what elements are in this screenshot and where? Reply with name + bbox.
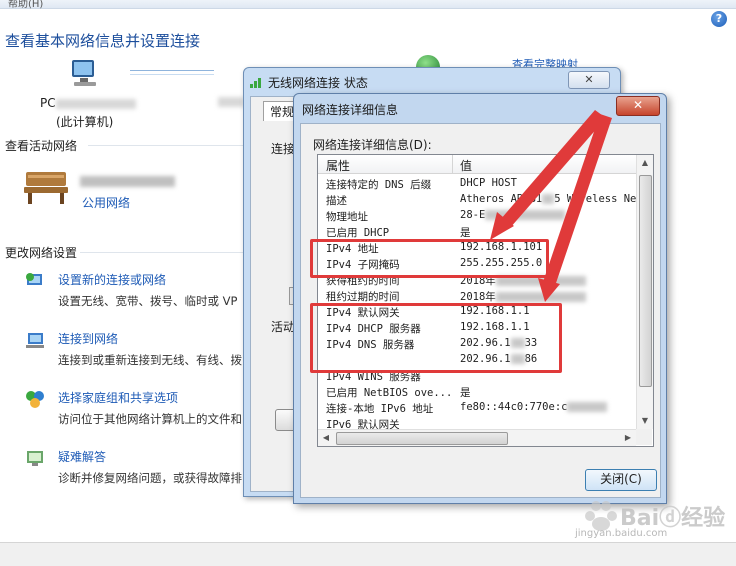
redacted-text [485,210,566,220]
network-connector-line [130,70,214,71]
details-list-label: 网络连接详细信息(D): [313,138,432,152]
close-button[interactable]: 关闭(C) [585,469,657,491]
redacted-text [495,292,586,302]
troubleshoot-icon [27,451,43,466]
annotation-box-gateway-dns [310,303,562,373]
redacted-text [567,402,608,412]
row-property: 已启用 DHCP [326,227,390,239]
section-change-settings: 更改网络设置 [5,246,78,260]
status-dialog-title: 无线网络连接 状态 [268,76,368,90]
redacted-text [542,194,555,204]
task-homegroup-desc: 访问位于其他网络计算机上的文件和 [58,412,242,426]
details-dialog-title: 网络连接详细信息 [302,103,399,117]
horizontal-scrollbar[interactable]: ◀ ▶ [318,429,636,446]
watermark-url: jingyan.baidu.com [575,528,668,539]
task-new-connection-link[interactable]: 设置新的连接或网络 [58,271,166,288]
network-details-dialog: 网络连接详细信息 ✕ 网络连接详细信息(D): 属性 值 连接特定的 DNS 后… [293,93,667,504]
list-item[interactable]: 已启用 DHCP 是 [318,224,636,240]
row-property: 物理地址 [326,211,368,223]
scroll-corner [636,429,652,445]
network-type-link[interactable]: 公用网络 [82,194,130,211]
row-property: 连接-本地 IPv6 地址 [326,403,434,415]
page-title: 查看基本网络信息并设置连接 [5,32,201,50]
task-connect-network-desc: 连接到或重新连接到无线、有线、拨 [58,353,242,367]
task-troubleshoot-desc: 诊断并修复网络问题，或获得故障排 [58,471,242,485]
scroll-left-icon[interactable]: ◀ [318,430,334,446]
row-value: 2018年 [460,289,586,304]
connection-group-label: 连接 [271,142,296,156]
vertical-scroll-thumb[interactable] [639,175,652,387]
baidu-watermark-logo [585,501,617,531]
scroll-right-icon[interactable]: ▶ [620,430,636,446]
column-separator[interactable] [452,155,453,173]
network-connector-line-shadow [130,74,214,75]
column-header-value[interactable]: 值 [460,157,472,174]
status-close-button[interactable]: ✕ [568,71,610,89]
vertical-scrollbar[interactable]: ▲ ▼ [636,155,653,429]
row-value: Atheros AR5B1 5 Wireless Netwo [460,193,654,205]
row-value: 28-E [460,209,566,221]
activity-group-label: 活动 [271,320,296,334]
list-header: 属性 值 [318,155,636,174]
public-network-bench-icon [24,172,68,204]
new-connection-icon [26,273,42,285]
help-menu[interactable]: 帮助(H) [8,0,43,10]
help-icon[interactable]: ? [711,11,727,27]
list-item[interactable]: 租约过期的时间 2018年 [318,288,636,304]
status-bar [0,542,736,566]
wireless-signal-icon [250,78,261,88]
list-item[interactable]: 已启用 NetBIOS ove... 是 [318,384,636,400]
section-divider [88,145,243,146]
row-value: 是 [460,227,471,239]
row-property: 租约过期的时间 [326,291,400,303]
row-property: 描述 [326,195,347,207]
network-name-redacted [218,96,244,110]
horizontal-scroll-thumb[interactable] [336,432,508,445]
computer-icon [72,60,96,86]
scroll-up-icon[interactable]: ▲ [637,155,653,171]
section-divider [80,252,243,253]
task-connect-network-link[interactable]: 连接到网络 [58,330,118,347]
section-active-networks: 查看活动网络 [5,139,78,153]
details-close-icon[interactable]: ✕ [616,96,660,116]
task-homegroup-link[interactable]: 选择家庭组和共享选项 [58,389,178,406]
row-property: 连接特定的 DNS 后缀 [326,179,432,191]
task-troubleshoot-link[interactable]: 疑难解答 [58,448,106,465]
list-item[interactable]: 连接特定的 DNS 后缀 DHCP HOST [318,176,636,192]
list-item[interactable]: 连接-本地 IPv6 地址 fe80::44c0:770e:c [318,400,636,416]
row-property: 已启用 NetBIOS ove... [326,387,453,399]
row-value: 是 [460,387,471,399]
homegroup-icon [26,391,44,408]
scroll-down-icon[interactable]: ▼ [637,413,653,429]
computer-name: PC [40,96,136,110]
active-network-name-redacted [80,176,175,190]
details-list[interactable]: 属性 值 连接特定的 DNS 后缀 DHCP HOST 描述 Atheros AR5… [317,154,654,447]
window-top-strip: 帮助(H) [0,0,736,10]
connect-to-network-icon [26,333,44,348]
annotation-box-ipv4 [310,239,549,278]
list-item[interactable]: 物理地址 28-E [318,208,636,224]
task-new-connection-desc: 设置无线、宽带、拨号、临时或 VP [58,294,238,308]
row-value: fe80::44c0:770e:c [460,401,608,413]
row-value: DHCP HOST [460,177,517,189]
column-header-property[interactable]: 属性 [326,157,350,174]
list-item[interactable]: 描述 Atheros AR5B1 5 Wireless Netwo [318,192,653,208]
this-computer-label: (此计算机) [56,115,114,129]
redacted-text [55,98,136,109]
